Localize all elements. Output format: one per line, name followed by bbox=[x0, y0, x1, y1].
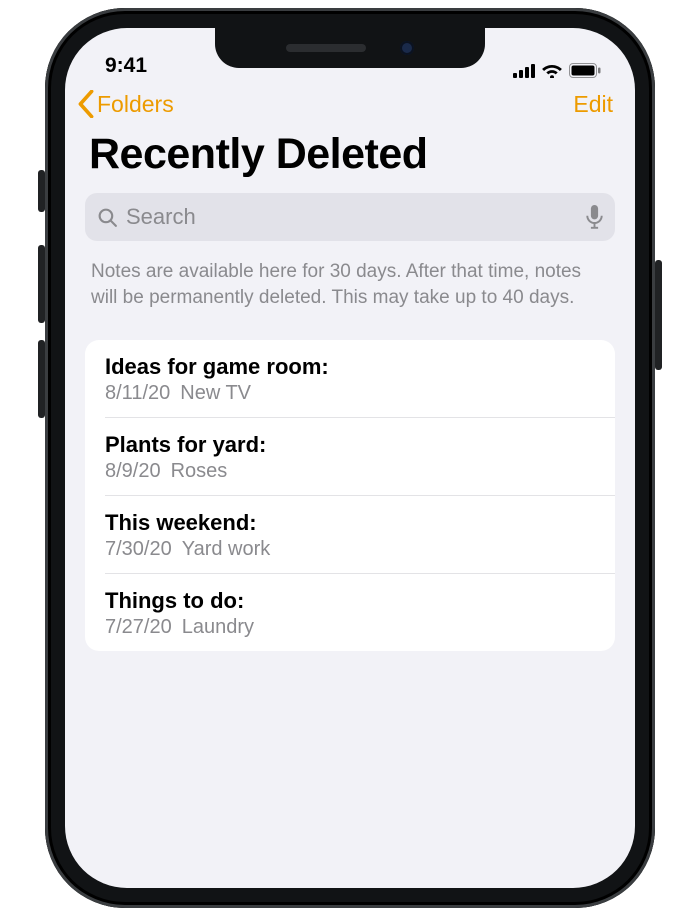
note-title: This weekend: bbox=[105, 510, 595, 536]
wifi-icon bbox=[541, 62, 563, 78]
cellular-signal-icon bbox=[513, 63, 535, 78]
status-time: 9:41 bbox=[105, 54, 147, 78]
note-row[interactable]: Ideas for game room: 8/11/20 New TV bbox=[85, 340, 615, 417]
note-date: 7/30/20 bbox=[105, 538, 172, 560]
page-title: Recently Deleted bbox=[65, 122, 635, 193]
chevron-left-icon bbox=[77, 90, 95, 118]
mute-switch[interactable] bbox=[38, 170, 45, 212]
note-preview: Laundry bbox=[182, 616, 254, 638]
search-placeholder: Search bbox=[126, 204, 578, 230]
battery-icon bbox=[569, 63, 601, 78]
note-date: 7/27/20 bbox=[105, 616, 172, 638]
note-row[interactable]: Plants for yard: 8/9/20 Roses bbox=[85, 418, 615, 495]
note-title: Things to do: bbox=[105, 588, 595, 614]
nav-bar: Folders Edit bbox=[65, 82, 635, 122]
back-label: Folders bbox=[97, 91, 174, 118]
note-subtitle: 8/9/20 Roses bbox=[105, 460, 595, 483]
note-subtitle: 8/11/20 New TV bbox=[105, 382, 595, 405]
notch bbox=[215, 28, 485, 68]
note-subtitle: 7/27/20 Laundry bbox=[105, 616, 595, 639]
back-button[interactable]: Folders bbox=[77, 90, 174, 118]
edit-button[interactable]: Edit bbox=[573, 91, 613, 118]
note-preview: Roses bbox=[171, 460, 228, 482]
notes-list: Ideas for game room: 8/11/20 New TV Plant… bbox=[85, 340, 615, 651]
note-preview: New TV bbox=[180, 382, 251, 404]
note-row[interactable]: This weekend: 7/30/20 Yard work bbox=[85, 496, 615, 573]
search-input[interactable]: Search bbox=[85, 193, 615, 241]
note-title: Plants for yard: bbox=[105, 432, 595, 458]
phone-frame: 9:41 Folders Edit Recently Deleted bbox=[45, 8, 655, 908]
power-button[interactable] bbox=[655, 260, 662, 370]
note-row[interactable]: Things to do: 7/27/20 Laundry bbox=[85, 574, 615, 651]
dictate-icon[interactable] bbox=[586, 205, 603, 229]
front-camera bbox=[400, 41, 414, 55]
volume-down-button[interactable] bbox=[38, 340, 45, 418]
phone-screen: 9:41 Folders Edit Recently Deleted bbox=[65, 28, 635, 888]
note-date: 8/9/20 bbox=[105, 460, 161, 482]
retention-info-text: Notes are available here for 30 days. Af… bbox=[65, 241, 635, 340]
note-date: 8/11/20 bbox=[105, 382, 170, 404]
speaker-grille bbox=[286, 44, 366, 52]
note-preview: Yard work bbox=[182, 538, 271, 560]
search-icon bbox=[97, 207, 118, 228]
volume-up-button[interactable] bbox=[38, 245, 45, 323]
note-title: Ideas for game room: bbox=[105, 354, 595, 380]
note-subtitle: 7/30/20 Yard work bbox=[105, 538, 595, 561]
